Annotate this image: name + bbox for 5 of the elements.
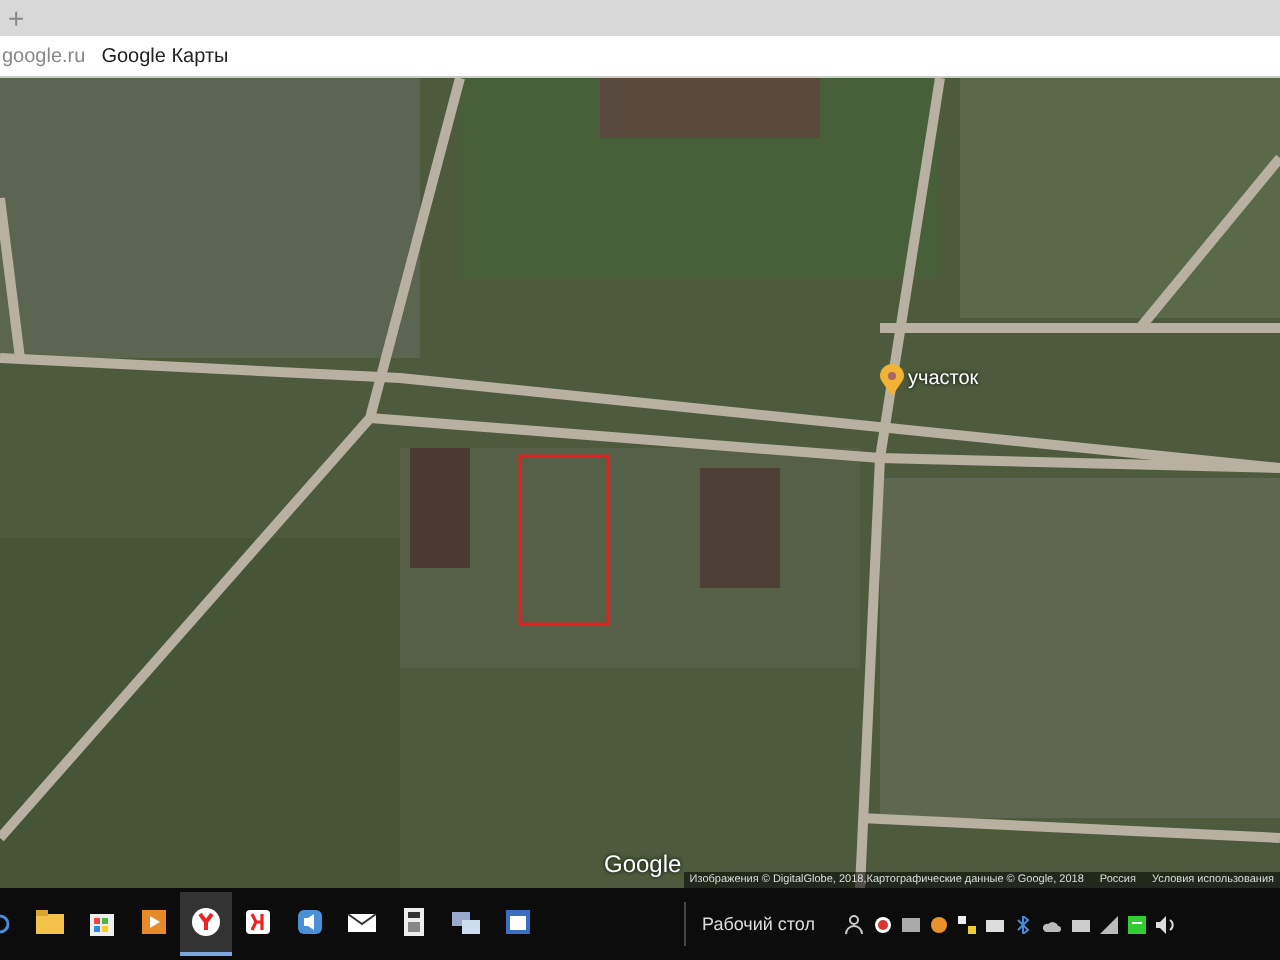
map-logo: Google bbox=[604, 850, 682, 878]
desktop-toolbar[interactable]: Рабочий стол bbox=[702, 914, 815, 934]
pin-label[interactable]: участок bbox=[908, 368, 979, 390]
address-domain[interactable]: google.ru bbox=[2, 45, 86, 67]
page-title: Google Карты bbox=[101, 45, 229, 67]
